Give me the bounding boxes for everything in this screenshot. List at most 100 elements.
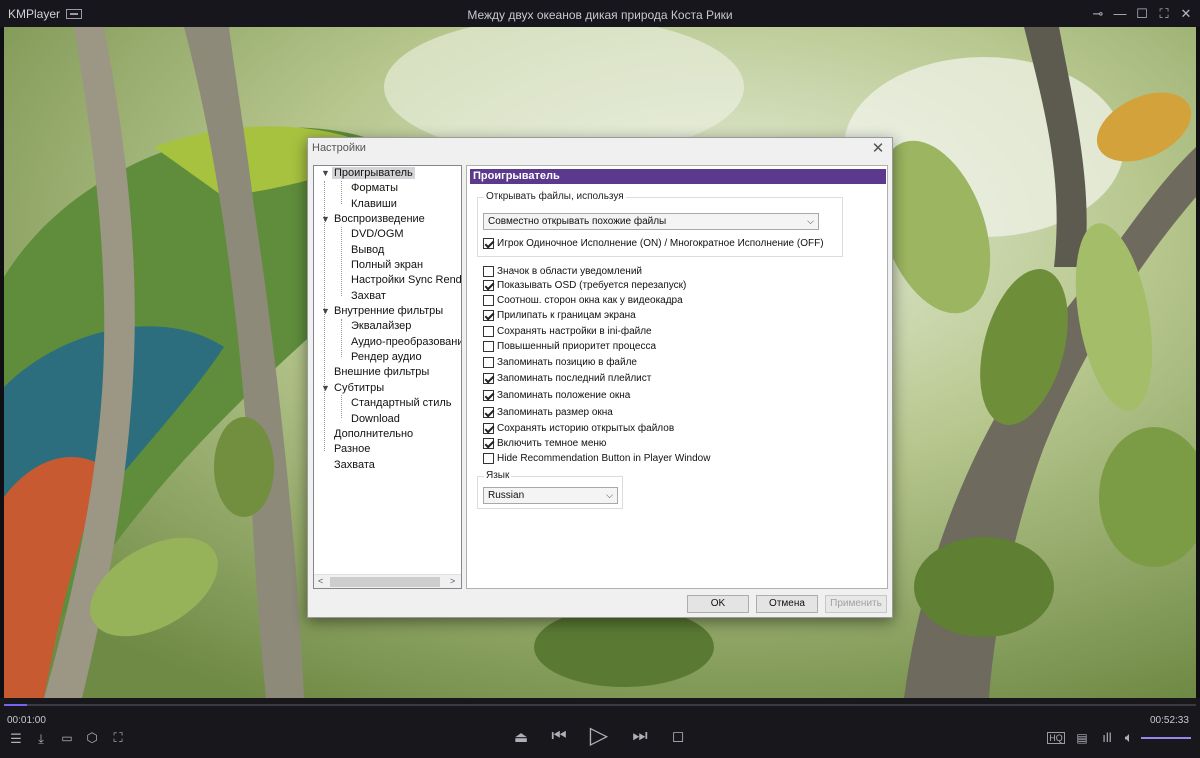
option-remember-window-position[interactable]: Запоминать положение окна xyxy=(483,390,630,404)
chevron-down-icon: ⌵ xyxy=(606,490,613,500)
panel-header: Проигрыватель xyxy=(470,169,886,184)
open-file-icon[interactable]: ⤓ xyxy=(33,731,49,747)
chevron-down-icon[interactable]: ▼ xyxy=(321,166,330,181)
tree-horizontal-scrollbar[interactable]: < > xyxy=(314,574,461,588)
open-files-select[interactable]: Совместно открывать похожие файлы ⌵ xyxy=(483,213,819,230)
subtitle-icon[interactable]: ▤ xyxy=(1073,731,1091,745)
tree-item-playback[interactable]: ▼ Воспроизведение xyxy=(314,212,427,227)
seek-progress xyxy=(4,704,27,706)
open-files-group-label: Открывать файлы, используя xyxy=(484,191,626,202)
tree-item-misc[interactable]: Разное xyxy=(332,442,372,457)
dialog-title: Настройки xyxy=(312,142,366,154)
maximize-icon[interactable]: ☐ xyxy=(1133,5,1151,23)
tree-item-standard-style[interactable]: Стандартный стиль xyxy=(349,396,454,411)
checkbox-box[interactable] xyxy=(483,438,494,449)
checkbox-box[interactable] xyxy=(483,390,494,401)
equalizer-icon[interactable]: ıll xyxy=(1098,730,1116,745)
single-instance-checkbox[interactable]: Игрок Одиночное Исполнение (ON) / Многок… xyxy=(483,238,824,252)
option-ini-file[interactable]: Сохранять настройки в ini-файле xyxy=(483,326,652,340)
checkbox-box[interactable] xyxy=(483,326,494,337)
checkbox-box[interactable] xyxy=(483,373,494,384)
tree-item-advanced[interactable]: Дополнительно xyxy=(332,427,415,442)
checkbox-box[interactable] xyxy=(483,341,494,352)
hq-icon[interactable]: HQ xyxy=(1047,732,1065,744)
close-icon[interactable]: ✕ xyxy=(1177,5,1195,23)
checkbox-box[interactable] xyxy=(483,310,494,321)
option-remember-playlist[interactable]: Запоминать последний плейлист xyxy=(483,373,651,387)
volume-slider[interactable] xyxy=(1141,737,1191,739)
settings-tree: ▼ Проигрыватель Форматы Клавиши ▼ Воспро… xyxy=(313,165,462,589)
tree-item-capture[interactable]: Захват xyxy=(349,289,388,304)
playlist-icon[interactable]: ☰ xyxy=(8,731,24,747)
eject-icon[interactable]: ⏏ xyxy=(512,728,530,746)
tree-item-sync-render[interactable]: Настройки Sync Render xyxy=(349,273,461,288)
option-aspect-ratio[interactable]: Соотнош. сторон окна как у видеокадра xyxy=(483,295,683,309)
app-name: KMPlayer xyxy=(8,7,61,21)
checkbox-box[interactable] xyxy=(483,266,494,277)
tree-item-fullscreen[interactable]: Полный экран xyxy=(349,258,425,273)
checkbox-box[interactable] xyxy=(483,453,494,464)
tree-item-dvd-ogm[interactable]: DVD/OGM xyxy=(349,227,406,242)
next-icon[interactable]: ⏭ xyxy=(630,726,650,746)
checkbox-box[interactable] xyxy=(483,407,494,418)
option-show-osd[interactable]: Показывать OSD (требуется перезапуск) xyxy=(483,280,686,294)
language-group: Язык Russian ⌵ xyxy=(477,470,623,509)
control-bar: 00:01:00 00:52:33 ☰ ⤓ ▭ ⬡ ⛶ ⏏ ⏮ ▷ ⏭ ◻ HQ… xyxy=(0,698,1200,758)
tree-connector xyxy=(341,395,342,418)
seek-bar[interactable] xyxy=(4,704,1196,706)
option-remember-position[interactable]: Запоминать позицию в файле xyxy=(483,357,637,371)
capture-icon[interactable]: ⛶ xyxy=(109,730,127,746)
tree-item-download[interactable]: Download xyxy=(349,412,402,427)
tree-item-subtitles[interactable]: ▼ Субтитры xyxy=(314,381,386,396)
cancel-button[interactable]: Отмена xyxy=(756,595,818,613)
settings-dialog: Настройки ✕ ▼ Проигрыватель Форматы Клав… xyxy=(307,137,893,618)
tree-item-audio-conversion[interactable]: Аудио-преобразование xyxy=(349,335,461,350)
option-snap-edges[interactable]: Прилипать к границам экрана xyxy=(483,310,636,324)
tree-item-keys[interactable]: Клавиши xyxy=(349,197,399,212)
chevron-down-icon: ⌵ xyxy=(807,216,814,226)
language-select[interactable]: Russian ⌵ xyxy=(483,487,618,504)
3d-icon[interactable]: ⬡ xyxy=(84,730,100,746)
playlist-toggle-icon[interactable] xyxy=(66,9,82,19)
ok-button[interactable]: OK xyxy=(687,595,749,613)
checkbox-box[interactable] xyxy=(483,280,494,291)
checkbox-box[interactable] xyxy=(483,423,494,434)
scroll-left-icon[interactable]: < xyxy=(318,576,323,586)
scroll-right-icon[interactable]: > xyxy=(450,576,455,586)
checkbox-box[interactable] xyxy=(483,357,494,368)
apply-button[interactable]: Применить xyxy=(825,595,887,613)
tree-item-capturing[interactable]: Захвата xyxy=(332,458,377,473)
minimize-icon[interactable]: — xyxy=(1111,5,1129,23)
tree-item-player[interactable]: ▼ Проигрыватель xyxy=(314,166,415,181)
tree-connector xyxy=(341,227,342,296)
chevron-down-icon[interactable]: ▼ xyxy=(321,304,330,319)
tree-item-internal-filters[interactable]: ▼ Внутренние фильтры xyxy=(314,304,445,319)
tree-item-external-filters[interactable]: Внешние фильтры xyxy=(332,365,431,380)
checkbox-box[interactable] xyxy=(483,238,494,249)
option-tray-icon[interactable]: Значок в области уведомлений xyxy=(483,266,642,280)
tree-item-audio-render[interactable]: Рендер аудио xyxy=(349,350,424,365)
option-high-priority[interactable]: Повышенный приоритет процесса xyxy=(483,341,656,355)
open-files-group: Открывать файлы, используя Совместно отк… xyxy=(477,191,843,257)
vr-icon[interactable]: ▭ xyxy=(58,731,76,745)
option-hide-recommendation[interactable]: Hide Recommendation Button in Player Win… xyxy=(483,453,710,467)
tree-item-equalizer[interactable]: Эквалайзер xyxy=(349,319,413,334)
fullscreen-icon[interactable]: ⛶ xyxy=(1155,5,1173,23)
volume-icon[interactable]: 🔈︎ xyxy=(1120,729,1138,746)
pin-icon[interactable]: ⊸ xyxy=(1089,5,1107,23)
checkbox-box[interactable] xyxy=(483,295,494,306)
previous-icon[interactable]: ⏮ xyxy=(549,726,569,746)
tree-item-output[interactable]: Вывод xyxy=(349,243,386,258)
tree-item-formats[interactable]: Форматы xyxy=(349,181,400,196)
option-dark-menu[interactable]: Включить темное меню xyxy=(483,438,606,452)
chevron-down-icon[interactable]: ▼ xyxy=(321,381,330,396)
option-remember-window-size[interactable]: Запоминать размер окна xyxy=(483,407,613,421)
dialog-close-icon[interactable]: ✕ xyxy=(870,139,886,157)
chevron-down-icon[interactable]: ▼ xyxy=(321,212,330,227)
time-total: 00:52:33 xyxy=(1150,715,1189,726)
stop-icon[interactable]: ◻ xyxy=(669,727,687,745)
scrollbar-thumb[interactable] xyxy=(330,577,440,587)
option-file-history[interactable]: Сохранять историю открытых файлов xyxy=(483,423,674,437)
language-group-label: Язык xyxy=(484,470,512,481)
play-icon[interactable]: ▷ xyxy=(587,721,611,750)
